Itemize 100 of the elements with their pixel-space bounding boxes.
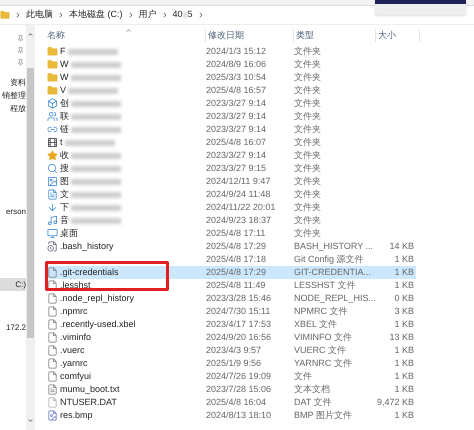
file-row[interactable]: V 2025/4/8 16:57 文件夹	[45, 84, 416, 97]
type-cell-text: 文件夹	[294, 58, 322, 71]
column-header[interactable]: 名称	[45, 28, 206, 42]
file-row[interactable]: .npmrc 2024/7/30 15:11 NPMRC 文件 3 KB	[45, 305, 416, 318]
type-cell-text: 文本文档	[294, 382, 331, 396]
file-row[interactable]: 图 2024/12/11 9:47 文件夹	[45, 175, 416, 188]
sidebar-item[interactable]: 资料	[0, 76, 26, 89]
type-cell-text: VIMINFO 文件	[294, 330, 353, 344]
file-row[interactable]: .recently-used.xbel 2023/4/17 17:53 XBEL 文件 1 KB	[45, 318, 416, 331]
sidebar-item[interactable]: 销整理	[0, 89, 26, 102]
column-header[interactable]: 修改日期	[206, 28, 294, 42]
type-cell-text: 文件夹	[294, 174, 322, 188]
date-cell-text: 2023/3/27 9:14	[206, 122, 268, 136]
breadcrumb-item[interactable]: 此电脑	[26, 8, 53, 22]
sidebar-item[interactable]: erson	[0, 205, 26, 218]
file-row[interactable]: F 2024/1/3 15:12 文件夹	[45, 45, 416, 58]
file-name: 创	[60, 96, 69, 110]
type-cell-text: 文件夹	[294, 44, 322, 58]
file-row[interactable]: 收 2023/3/27 9:14 文件夹	[45, 149, 416, 162]
size-cell-text: 1 KB	[393, 408, 414, 422]
column-header[interactable]: 类型	[294, 28, 376, 42]
date-cell-text: 2024/9/24 11:48	[206, 188, 272, 201]
sidebar-item[interactable]: 程放	[0, 102, 26, 115]
date-cell-text: 2024/9/20 16:56	[206, 330, 272, 344]
type-cell-text: 文件夹	[294, 148, 322, 162]
file-row[interactable]: 文 2024/9/24 11:48 文件夹	[45, 188, 416, 201]
date-cell-text: 2025/4/8 16:04	[206, 396, 268, 409]
file-icon	[47, 306, 58, 317]
file-row[interactable]: mumu_boot.txt 2023/7/28 15:06 文本文档 1 KB	[45, 383, 416, 396]
file-row[interactable]: W 2024/8/9 16:06 文件夹	[45, 58, 416, 71]
file-name: 收	[60, 148, 69, 162]
file-row[interactable]: 桌面 2025/4/8 17:11 文件夹	[45, 227, 416, 240]
link-icon	[47, 124, 58, 135]
size-cell-text: 1 KB	[393, 382, 414, 396]
file-row[interactable]: 下 2024/11/22 20:01 文件夹	[45, 201, 416, 214]
file-row[interactable]: 音 2024/9/23 18:37 文件夹	[45, 214, 416, 227]
type-cell-text: NPMRC 文件	[294, 304, 348, 318]
file-row[interactable]: W 2025/3/3 10:54 文件夹	[45, 71, 416, 84]
file-row[interactable]: 创 2023/3/27 9:14 文件夹	[45, 97, 416, 110]
size-cell-text: 1 KB	[393, 318, 414, 331]
type-cell-text: BASH_HISTORY ...	[294, 240, 374, 253]
pin-icon[interactable]	[17, 59, 24, 66]
file-row[interactable]: .yarnrc 2025/1/9 9:56 YARNRC 文件 1 KB	[45, 357, 416, 370]
type-cell-text: GIT-CREDENTIA...	[294, 266, 372, 279]
file-row[interactable]: .bash_history 2025/4/8 17:29 BASH_HISTORY ... 14 KB	[45, 240, 416, 253]
file-row[interactable]: NTUSER.DAT 2025/4/8 16:04 DAT 文件 9,472 KB	[45, 396, 416, 409]
file-name: V	[60, 84, 66, 97]
file-row[interactable]: 2025/4/8 17:18 Git Config 源文件 1 KB	[45, 253, 416, 266]
music-icon	[47, 215, 58, 226]
scrollbar[interactable]	[26, 25, 35, 430]
pin-icon[interactable]	[17, 35, 24, 42]
scrollbar-thumb[interactable]	[27, 68, 34, 338]
size-cell-text: 14 KB	[388, 240, 414, 253]
type-cell-text: DAT 文件	[294, 396, 333, 409]
breadcrumb-item[interactable]: 40 5	[172, 8, 193, 22]
date-cell-text: 2023/4/3 9:57	[206, 344, 262, 357]
type-cell-text: XBEL 文件	[294, 318, 338, 331]
file-name: comfyui	[60, 370, 92, 383]
folder-icon	[47, 72, 58, 83]
scroll-up-icon[interactable]	[27, 31, 34, 38]
download-icon	[47, 202, 58, 213]
file-row[interactable]: .node_repl_history 2023/3/28 15:46 NODE_REPL_HIS... 0 KB	[45, 292, 416, 305]
type-cell-text: LESSHST 文件	[294, 278, 356, 292]
file-row[interactable]: .viminfo 2024/9/20 16:56 VIMINFO 文件 13 KB	[45, 331, 416, 344]
sidebar-item[interactable]: 172.2	[0, 321, 26, 334]
type-cell-text: 文件夹	[294, 162, 322, 175]
file-row[interactable]: comfyui 2024/7/26 19:09 文件 1 KB	[45, 370, 416, 383]
file-row[interactable]: res.bmp 2024/8/13 18:10 BMP 图片文件 1 KB	[45, 409, 416, 422]
file-icon	[47, 345, 58, 356]
date-cell-text: 2023/3/27 9:14	[206, 148, 268, 162]
breadcrumb-item[interactable]: 用户	[138, 8, 156, 22]
file-row[interactable]: t 2025/4/8 16:07 文件夹	[45, 136, 416, 149]
file-name: .vuerc	[60, 344, 85, 357]
date-cell-text: 2024/11/22 20:01	[206, 200, 276, 214]
date-cell-text: 2023/3/27 9:15	[206, 162, 268, 175]
file-row[interactable]: 搜 2023/3/27 9:15 文件夹	[45, 162, 416, 175]
file-name: 下	[60, 200, 69, 214]
file-row[interactable]: .git-credentials 2025/4/8 17:29 GIT-CREDENTIA... 1 KB	[45, 266, 416, 279]
type-cell-text: BMP 图片文件	[294, 408, 353, 422]
scroll-down-icon[interactable]	[27, 417, 34, 424]
folder-icon	[47, 46, 58, 57]
pin-icon[interactable]	[17, 47, 24, 54]
type-cell-text: 文件夹	[294, 136, 322, 149]
file-row[interactable]: 链 2023/3/27 9:14 文件夹	[45, 123, 416, 136]
file-name: 桌面	[60, 226, 78, 240]
file-name: .node_repl_history	[60, 292, 134, 305]
sidebar-item[interactable]: C:)	[0, 278, 26, 291]
contacts-icon	[47, 111, 58, 122]
breadcrumb-item[interactable]: 本地磁盘 (C:)	[69, 8, 122, 22]
column-header[interactable]: 大小	[376, 28, 420, 42]
file-row[interactable]: .vuerc 2023/4/3 9:57 VUERC 文件 1 KB	[45, 344, 416, 357]
date-cell-text: 2025/4/8 16:07	[206, 136, 268, 149]
file-icon	[47, 358, 58, 369]
file-name: 音	[60, 214, 69, 227]
date-cell-text: 2023/3/28 15:46	[206, 292, 272, 305]
file-icon	[47, 267, 58, 278]
type-cell-text: VUERC 文件	[294, 344, 348, 357]
file-icon	[47, 293, 58, 304]
file-row[interactable]: .lesshst 2025/4/8 11:49 LESSHST 文件 1 KB	[45, 279, 416, 292]
file-row[interactable]: 联 2023/3/27 9:14 文件夹	[45, 110, 416, 123]
